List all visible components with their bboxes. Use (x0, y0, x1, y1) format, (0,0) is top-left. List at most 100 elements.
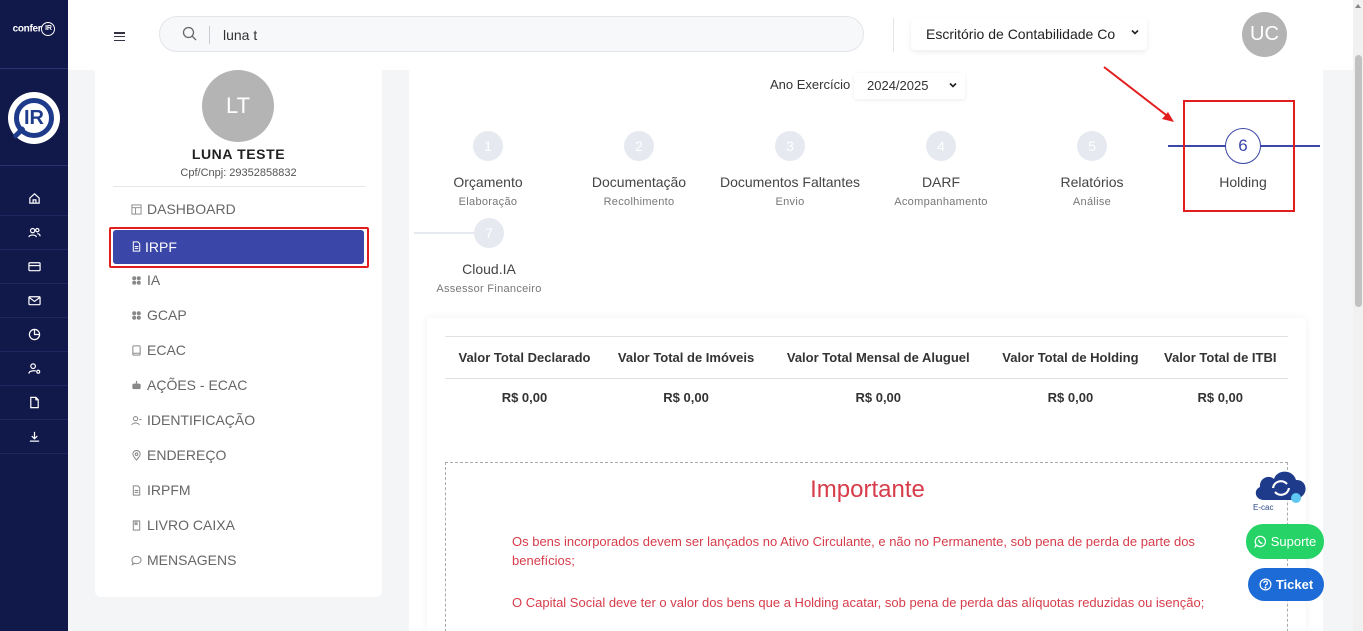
cluster-icon (132, 310, 141, 320)
brand-logo[interactable]: confer IR (0, 22, 68, 36)
page-scrollbar[interactable] (1353, 0, 1363, 631)
document-icon (132, 484, 141, 496)
rail-card-button[interactable] (0, 250, 68, 284)
step-label: Documentação (591, 174, 687, 190)
help-circle-icon (1259, 578, 1272, 591)
chevron-down-icon (1131, 29, 1139, 35)
menu-item-mensagens[interactable]: MENSAGENS (131, 549, 236, 571)
menu-label: IDENTIFICAÇÃO (147, 412, 256, 428)
rail-download-button[interactable] (0, 420, 68, 454)
search-divider (209, 26, 210, 44)
step-label: Documentos Faltantes (719, 174, 861, 190)
table-header: Valor Total Mensal de Aluguel (768, 336, 989, 379)
table-cell: R$ 0,00 (1197, 390, 1244, 406)
step-number: 3 (775, 131, 805, 161)
menu-label: LIVRO CAIXA (147, 517, 235, 533)
menu-label: IRPFM (147, 482, 191, 498)
search-input[interactable] (223, 24, 823, 46)
rail-document-button[interactable] (0, 386, 68, 420)
rail-divider (0, 68, 68, 69)
menu-label: GCAP (147, 307, 187, 323)
notice-title: Importante (810, 476, 925, 503)
whatsapp-icon (1254, 535, 1266, 548)
user-avatar[interactable]: UC (1242, 12, 1287, 57)
menu-label: IA (147, 272, 161, 288)
search-box (159, 16, 864, 52)
step-sublabel: Acompanhamento (894, 196, 988, 208)
menu-item-gcap[interactable]: GCAP (131, 304, 187, 326)
table-cell: R$ 0,00 (855, 390, 902, 406)
search-icon[interactable] (182, 26, 198, 42)
client-name: LUNA TESTE (191, 146, 286, 162)
exercise-year-label: Ano Exercício (770, 77, 851, 92)
step-orcamento[interactable]: 1 Orçamento Elaboração (413, 131, 563, 208)
rail-divider (0, 165, 68, 166)
table-header: Valor Total de Holding (988, 336, 1153, 379)
step-cloud-ia[interactable]: 7 Cloud.IA Assessor Financeiro (414, 218, 564, 295)
menu-item-dashboard[interactable]: DASHBOARD (131, 198, 236, 220)
holding-summary-table: Valor Total Declarado Valor Total de Imó… (445, 336, 1288, 417)
suporte-whatsapp-button[interactable]: Suporte (1246, 524, 1324, 559)
robot-icon (132, 380, 141, 389)
table-header: Valor Total de Imóveis (603, 336, 769, 379)
exercise-year-select[interactable]: 2024/2025 (854, 73, 965, 99)
profile-divider (113, 186, 365, 187)
download-icon (29, 431, 39, 442)
menu-item-irpfm[interactable]: IRPFM (131, 479, 191, 501)
client-cpf: Cpf/Cnpj: 29352858832 (180, 167, 297, 179)
users-icon (27, 227, 41, 238)
suporte-label: Suporte (1270, 534, 1317, 549)
table-header: Valor Total de ITBI (1152, 336, 1288, 379)
highlight-box-holding (1183, 100, 1295, 212)
side-rail: confer IR IR (0, 0, 68, 631)
menu-item-endereco[interactable]: ENDEREÇO (131, 444, 226, 466)
step-documentacao[interactable]: 2 Documentação Recolhimento (564, 131, 714, 208)
brand-prefix: confer (12, 23, 42, 35)
important-notice: Importante Os bens incorporados devem se… (445, 462, 1288, 631)
menu-item-livro-caixa[interactable]: LIVRO CAIXA (131, 514, 235, 536)
step-documentos-faltantes[interactable]: 3 Documentos Faltantes Envio (715, 131, 865, 208)
table-cell: R$ 0,00 (663, 390, 709, 406)
holding-summary-card: Valor Total Declarado Valor Total de Imó… (427, 318, 1306, 631)
dashboard-icon (131, 203, 142, 215)
chevron-down-icon (949, 82, 957, 88)
step-darf[interactable]: 4 DARF Acompanhamento (866, 131, 1016, 208)
rail-chart-button[interactable] (0, 318, 68, 352)
cloud-sync-icon (1255, 471, 1306, 503)
step-relatorios[interactable]: 5 Relatórios Análise (1017, 131, 1167, 208)
rail-users-button[interactable] (0, 216, 68, 250)
scrollbar-thumb[interactable] (1355, 55, 1362, 307)
office-select[interactable]: Escritório de Contabilidade Co (911, 18, 1147, 50)
logo-text: IR (24, 107, 44, 129)
user-settings-icon (27, 363, 40, 374)
step-number: 5 (1077, 131, 1107, 161)
step-sublabel: Recolhimento (603, 196, 675, 208)
rail-home-button[interactable] (0, 182, 68, 216)
menu-item-identificacao[interactable]: IDENTIFICAÇÃO (131, 409, 255, 431)
menu-item-ecac[interactable]: ECAC (131, 339, 186, 361)
ticket-button[interactable]: Ticket (1248, 568, 1324, 601)
document-icon (29, 396, 39, 409)
ecac-widget[interactable]: E-cac (1250, 466, 1312, 514)
user-icon (131, 415, 142, 425)
step-number: 7 (474, 218, 504, 248)
rail-mail-button[interactable] (0, 284, 68, 318)
book-icon (132, 519, 141, 531)
menu-item-acoes-ecac[interactable]: AÇÕES - ECAC (131, 374, 247, 396)
menu-label: ECAC (147, 342, 186, 358)
menu-toggle-icon[interactable] (114, 32, 125, 43)
notice-paragraph: O Capital Social deve ter o valor dos be… (512, 595, 1205, 610)
scroll-up-icon[interactable] (1355, 4, 1361, 8)
step-number: 1 (473, 131, 503, 161)
annotation-arrow-icon (1103, 66, 1174, 122)
step-label: Cloud.IA (462, 261, 516, 277)
step-sublabel: Elaboração (458, 196, 518, 208)
ecac-label: E-cac (1253, 503, 1274, 512)
card-icon (27, 262, 41, 272)
app-logo[interactable]: IR (8, 92, 60, 144)
rail-user-settings-button[interactable] (0, 352, 68, 386)
menu-label: DASHBOARD (147, 201, 236, 217)
notice-paragraph: Os bens incorporados devem ser lançados … (512, 534, 1195, 568)
mail-icon (27, 296, 41, 306)
menu-item-ia[interactable]: IA (131, 269, 160, 291)
